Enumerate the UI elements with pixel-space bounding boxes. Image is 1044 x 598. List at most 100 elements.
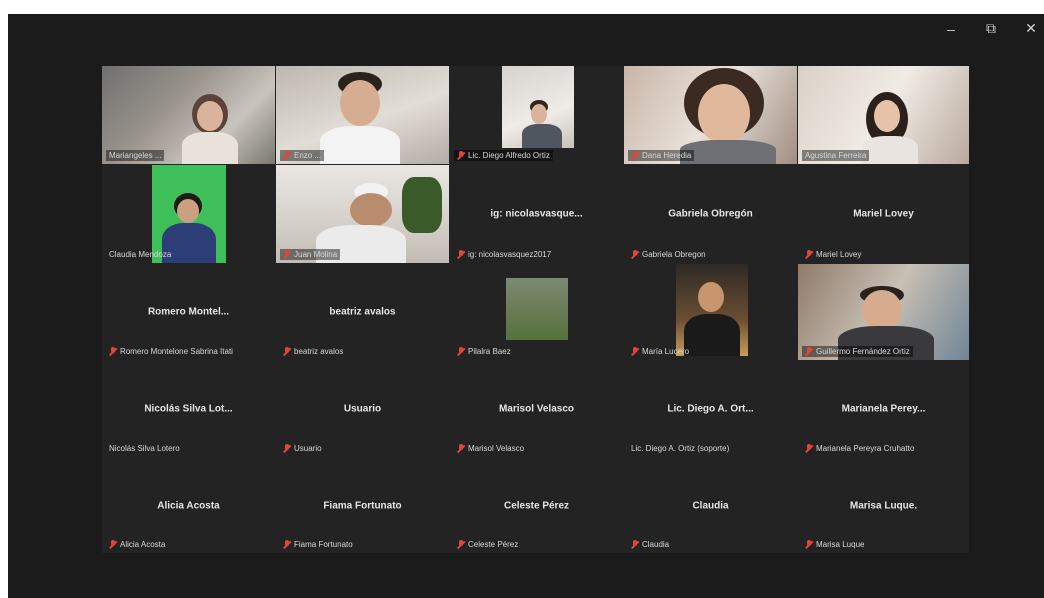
participant-name: Marisol Velasco [454,443,527,454]
participant-name: Lic. Diego A. Ortiz (soporte) [631,444,730,453]
participant-face [340,80,380,126]
participant-tile[interactable]: Romero Montel... Romero Montelone Sabrin… [102,264,275,360]
participant-tile[interactable]: Juan Molina [276,165,449,263]
mic-off-icon [631,250,639,259]
participant-tile[interactable]: Marianela Perey... Marianela Pereyra Cru… [798,361,969,457]
participant-name: Usuario [280,443,325,454]
participant-video [502,66,574,148]
participant-tile[interactable]: Mariel Lovey Mariel Lovey [798,165,969,263]
participant-name: Claudia [628,539,672,550]
mic-off-icon [805,250,813,259]
participant-tile[interactable]: Usuario Usuario [276,361,449,457]
participant-tile[interactable]: Marisol Velasco Marisol Velasco [450,361,623,457]
participant-tile[interactable]: beatriz avalos beatriz avalos [276,264,449,360]
mic-off-icon [805,540,813,549]
meeting-window: – ⧉ ✕ Mariangeles ... Enzo ... Lic. Dieg… [8,14,1044,598]
participant-tile[interactable]: Enzo ... [276,66,449,164]
participant-face [350,193,392,227]
participant-body [862,136,918,164]
participant-face [698,84,750,144]
participant-name: Celeste Pérez [454,539,521,550]
participant-tile[interactable]: Guillermo Fernández Ortiz [798,264,969,360]
participant-display-name: Gabriela Obregón [668,208,753,220]
participant-body [680,140,776,164]
participant-face [531,104,547,124]
mic-off-icon [283,347,291,356]
participant-name: Mariangeles ... [106,150,165,161]
participant-tile[interactable]: Alicia Acosta Alicia Acosta [102,458,275,553]
mic-off-icon [805,347,813,356]
participant-face [197,101,223,131]
participant-name: Lic. Diego Alfredo Ortiz [454,150,553,161]
participant-name: Alicia Acosta [106,539,168,550]
participant-display-name: Marisa Luque. [849,500,918,511]
mic-off-icon [457,540,465,549]
mic-off-icon [457,250,465,259]
participant-display-name: ig: nicolasvasque... [490,208,583,220]
participant-body [522,124,562,148]
participant-name: Claudia Mendoza [109,250,172,259]
participant-tile[interactable]: Lic. Diego A. Ort... Lic. Diego A. Ortiz… [624,361,797,457]
participant-tile[interactable]: Lic. Diego Alfredo Ortiz [450,66,623,164]
participant-display-name: Romero Montel... [147,306,230,318]
participant-name: Agustina Ferreira [802,150,870,161]
participant-tile[interactable]: Gabriela Obregón Gabriela Obregon [624,165,797,263]
participant-tile[interactable]: Marisa Luque. Marisa Luque [798,458,969,553]
participant-name: Marisa Luque [802,539,867,550]
participant-display-name: Celeste Pérez [503,500,570,511]
participant-display-name: Fiama Fortunato [323,500,402,511]
participant-display-name: Mariel Lovey [853,208,914,220]
participant-display-name: Marianela Perey... [841,403,926,415]
mic-off-icon [631,151,639,160]
participant-name: Gabriela Obregon [628,249,709,260]
participant-face [698,282,724,312]
participant-tile[interactable]: Dana Heredia [624,66,797,164]
participant-body [684,314,740,356]
participant-name: Romero Montelone Sabrina Itati [106,346,236,357]
participant-name: Juan Molina [280,249,341,260]
participant-name: Mariel Lovey [802,249,864,260]
participant-display-name: Alicia Acosta [157,500,220,511]
participant-name: Marianela Pereyra Cruhatto [802,443,917,454]
participant-grid: Mariangeles ... Enzo ... Lic. Diego Alfr… [102,66,969,553]
participant-face [177,199,199,223]
participant-tile[interactable]: Celeste Pérez Celeste Pérez [450,458,623,553]
participant-name: Dana Heredia [628,150,695,161]
participant-face [862,290,902,330]
participant-tile[interactable]: ig: nicolasvasque... ig: nicolasvasquez2… [450,165,623,263]
participant-tile[interactable]: Mariangeles ... [102,66,275,164]
close-icon[interactable]: ✕ [1024,20,1038,37]
mic-off-icon [457,347,465,356]
participant-display-name: Marisol Velasco [498,403,575,415]
participant-name: ig: nicolasvasquez2017 [454,249,554,260]
participant-tile[interactable]: Fiama Fortunato Fiama Fortunato [276,458,449,553]
participant-name: beatriz avalos [280,346,346,357]
participant-name: Nicolás Silva Lotero [109,444,180,453]
mic-off-icon [283,540,291,549]
participant-display-name: Claudia [692,500,729,511]
mic-off-icon [805,444,813,453]
mic-off-icon [283,250,291,259]
participant-tile[interactable]: Claudia Claudia [624,458,797,553]
mic-off-icon [109,347,117,356]
participant-video [676,264,748,356]
mic-off-icon [631,540,639,549]
participant-name: Enzo ... [280,150,325,161]
minimize-icon[interactable]: – [944,21,958,37]
participant-body [182,132,238,164]
participant-name: María Lucero [628,346,692,357]
participant-display-name: Lic. Diego A. Ort... [667,403,754,415]
participant-tile[interactable]: Pilalra Baez [450,264,623,360]
participant-tile[interactable]: María Lucero [624,264,797,360]
participant-body [320,126,400,164]
participant-name: Guillermo Fernández Ortiz [802,346,913,357]
window-controls: – ⧉ ✕ [944,20,1038,37]
participant-display-name: beatriz avalos [329,306,396,318]
participant-tile[interactable]: Nicolás Silva Lot... Nicolás Silva Loter… [102,361,275,457]
participant-face [874,100,900,132]
mic-off-icon [109,540,117,549]
maximize-icon[interactable]: ⧉ [984,20,998,37]
participant-tile[interactable]: Claudia Mendoza [102,165,275,263]
participant-tile[interactable]: Agustina Ferreira [798,66,969,164]
participant-video [506,278,568,340]
